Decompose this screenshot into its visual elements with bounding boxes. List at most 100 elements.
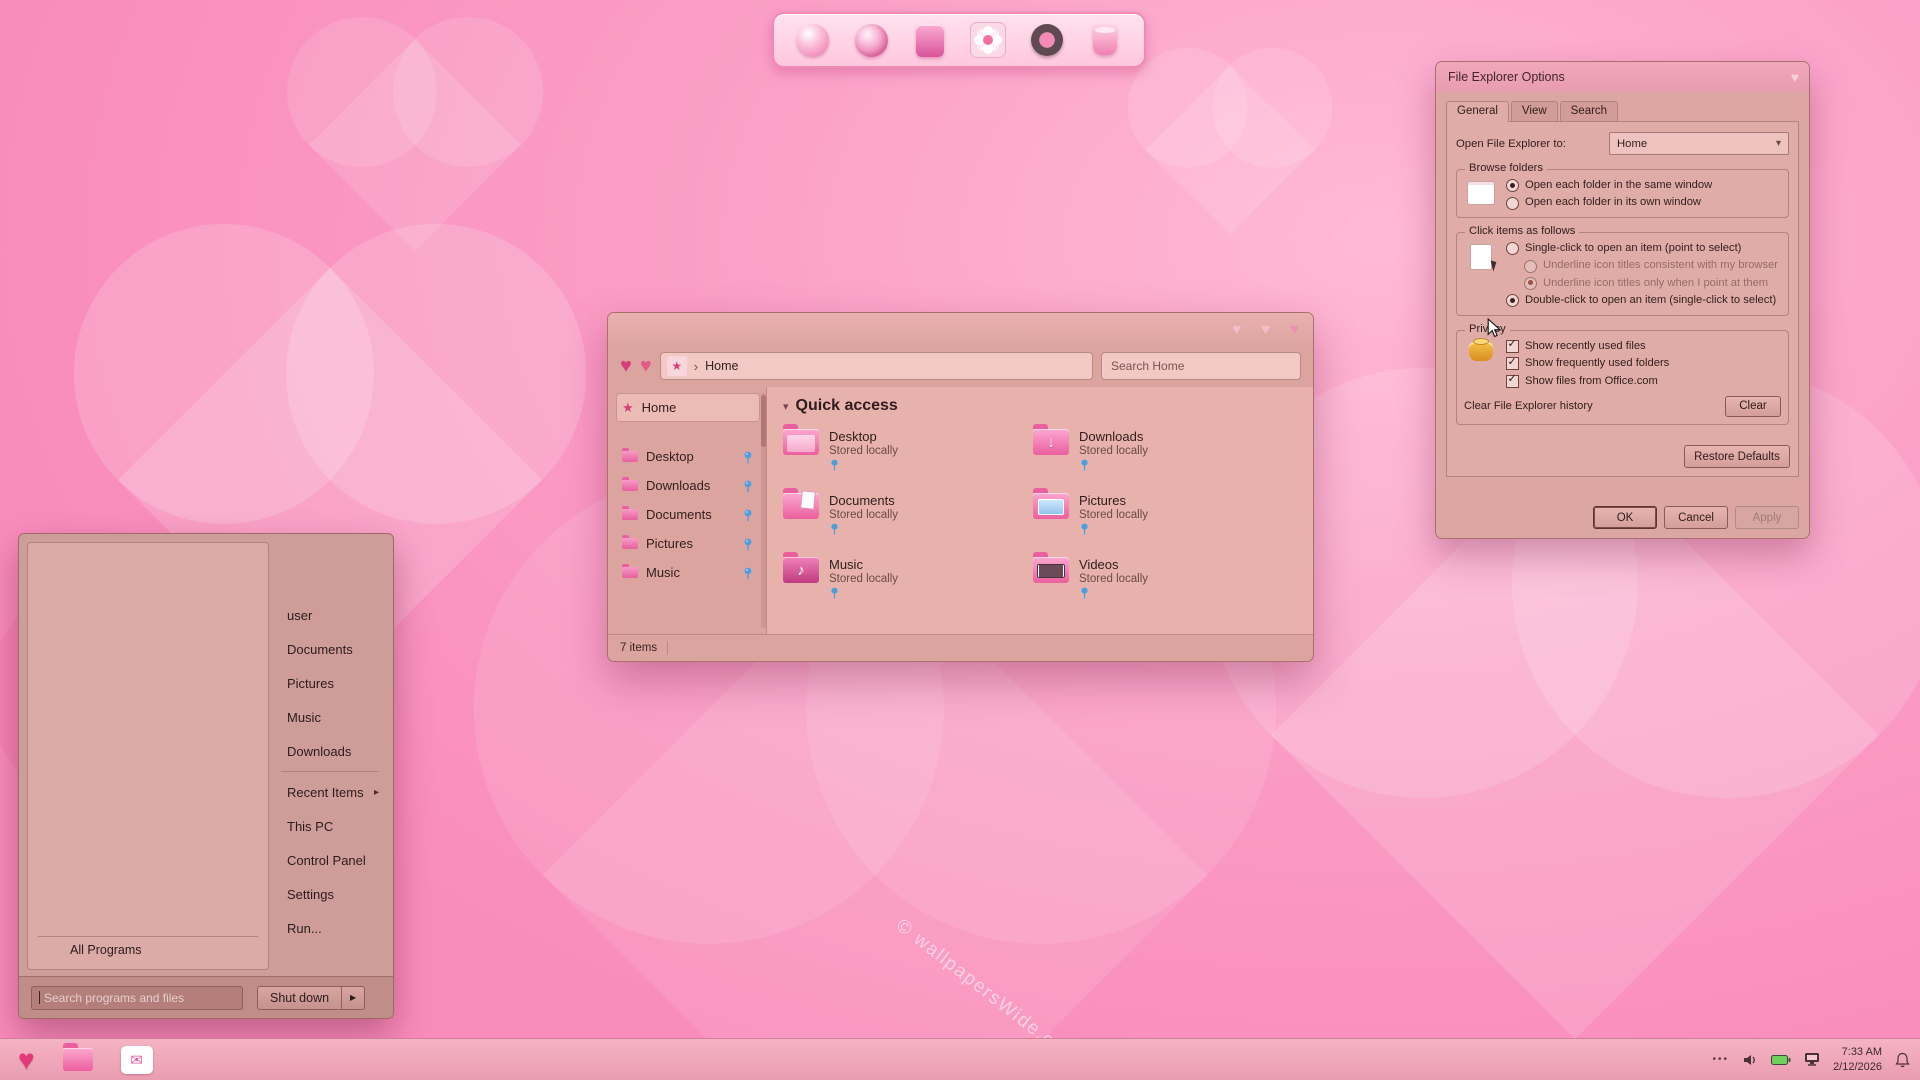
- pin-icon: [831, 523, 838, 535]
- radio-icon: [1506, 179, 1519, 193]
- flower-icon[interactable]: [969, 21, 1007, 59]
- back-heart-icon[interactable]: [620, 356, 632, 376]
- explorer-titlebar[interactable]: [608, 313, 1313, 345]
- sidebar-item-downloads[interactable]: Downloads: [616, 471, 760, 500]
- start-menu-item-this-pc[interactable]: This PC: [273, 809, 387, 843]
- radio-open-own-window[interactable]: Open each folder in its own window: [1506, 196, 1781, 210]
- home-star-icon: [666, 356, 687, 376]
- radio-single-click[interactable]: Single-click to open an item (point to s…: [1506, 241, 1781, 256]
- pin-icon: [744, 451, 752, 463]
- gear-icon[interactable]: [1028, 21, 1066, 59]
- desktop[interactable]: © wallpapersWide.c Home Search Home: [0, 0, 1920, 1080]
- start-menu-item-recent-items[interactable]: Recent Items: [273, 775, 387, 809]
- file-detail: Stored locally: [1079, 509, 1149, 521]
- sidebar-scrollbar[interactable]: [761, 393, 766, 628]
- sidebar-item-desktop[interactable]: Desktop: [616, 442, 760, 471]
- checkbox-icon: [1506, 338, 1519, 353]
- file-detail: Stored locally: [829, 509, 899, 521]
- start-menu-separator: [281, 771, 379, 772]
- status-divider: [667, 641, 669, 655]
- pin-icon: [1081, 523, 1088, 535]
- checkbox-frequent-folders[interactable]: Show frequently used folders: [1506, 356, 1781, 371]
- start-menu-item-control-panel[interactable]: Control Panel: [273, 843, 387, 877]
- ok-button[interactable]: OK: [1593, 506, 1657, 529]
- file-name: Desktop: [829, 429, 877, 444]
- dialog-close-heart-icon[interactable]: [1791, 69, 1799, 85]
- radio-underline-browser[interactable]: Underline icon titles consistent with my…: [1524, 259, 1781, 273]
- file-name: Downloads: [1079, 429, 1144, 444]
- search-placeholder: Search Home: [1111, 359, 1185, 373]
- checkbox-office-files[interactable]: Show files from Office.com: [1506, 373, 1781, 388]
- taskbar-mail-app-icon[interactable]: [120, 1045, 153, 1074]
- start-menu-item-user[interactable]: user: [273, 598, 387, 632]
- taskbar-clock[interactable]: 7:33 AM 2/12/2026: [1833, 1045, 1882, 1074]
- item-count: 7 items: [620, 642, 658, 654]
- tray-overflow-dots-icon[interactable]: [1713, 1054, 1730, 1065]
- quick-access-header[interactable]: Quick access: [783, 397, 1297, 415]
- tab-search[interactable]: Search: [1559, 101, 1619, 122]
- file-item-pictures[interactable]: Pictures Stored locally: [1033, 488, 1283, 553]
- taskbar-explorer-icon[interactable]: [62, 1043, 93, 1071]
- sidebar-item-home[interactable]: Home: [616, 393, 760, 422]
- start-menu-item-music[interactable]: Music: [273, 700, 387, 734]
- option-label: Single-click to open an item (point to s…: [1525, 241, 1742, 254]
- file-item-videos[interactable]: Videos Stored locally: [1033, 552, 1283, 617]
- shutdown-button[interactable]: Shut down: [257, 985, 366, 1010]
- maximize-heart-icon[interactable]: [1261, 322, 1270, 337]
- file-item-desktop[interactable]: Desktop Stored locally: [783, 424, 1033, 489]
- start-menu-item-pictures[interactable]: Pictures: [273, 666, 387, 700]
- address-bar[interactable]: Home: [659, 352, 1093, 380]
- minimize-heart-icon[interactable]: [1232, 322, 1241, 337]
- mail-icon: [120, 1045, 153, 1074]
- drive-icon[interactable]: [911, 21, 949, 59]
- option-label: Underline icon titles consistent with my…: [1543, 259, 1779, 272]
- tab-general[interactable]: General: [1446, 101, 1509, 122]
- pictures-folder-icon: [1033, 488, 1069, 519]
- apply-button[interactable]: Apply: [1735, 506, 1799, 529]
- all-programs-button[interactable]: All Programs: [38, 936, 258, 963]
- sidebar-item-label: Downloads: [646, 478, 711, 493]
- close-heart-icon[interactable]: [1290, 322, 1299, 337]
- sidebar-item-label: Music: [646, 565, 680, 580]
- text-caret: [39, 991, 40, 1004]
- checkbox-recent-files[interactable]: Show recently used files: [1506, 338, 1781, 353]
- checkbox-icon: [1506, 373, 1519, 388]
- start-menu-item-settings[interactable]: Settings: [273, 877, 387, 911]
- sidebar-item-documents[interactable]: Documents: [616, 500, 760, 529]
- cancel-button[interactable]: Cancel: [1664, 506, 1728, 529]
- shutdown-options-arrow[interactable]: [342, 985, 366, 1010]
- radio-open-same-window[interactable]: Open each folder in the same window: [1506, 179, 1781, 193]
- explorer-search-input[interactable]: Search Home: [1101, 352, 1301, 380]
- dialog-titlebar[interactable]: File Explorer Options: [1436, 62, 1809, 92]
- start-menu-item-downloads[interactable]: Downloads: [273, 734, 387, 768]
- globe-icon[interactable]: [852, 21, 890, 59]
- dialog-title: File Explorer Options: [1448, 70, 1565, 84]
- file-item-documents[interactable]: Documents Stored locally: [783, 488, 1033, 553]
- sidebar-item-pictures[interactable]: Pictures: [616, 529, 760, 558]
- forward-heart-icon[interactable]: [640, 356, 652, 376]
- clear-button[interactable]: Clear: [1725, 395, 1781, 417]
- volume-icon[interactable]: [1742, 1052, 1758, 1068]
- battery-icon[interactable]: [1771, 1054, 1791, 1066]
- option-label: Open each folder in its own window: [1525, 196, 1701, 209]
- sidebar-item-label: Documents: [646, 507, 712, 522]
- open-to-dropdown[interactable]: Home: [1609, 132, 1789, 155]
- restore-defaults-button[interactable]: Restore Defaults: [1684, 445, 1790, 468]
- cup-icon[interactable]: [1086, 21, 1124, 59]
- sidebar-item-music[interactable]: Music: [616, 558, 760, 587]
- network-icon[interactable]: [1804, 1052, 1820, 1067]
- start-menu-item-run[interactable]: Run...: [273, 911, 387, 945]
- desktop-folder-icon: [783, 424, 819, 455]
- start-button-heart-icon[interactable]: [18, 1046, 35, 1074]
- file-item-downloads[interactable]: Downloads Stored locally: [1033, 424, 1283, 489]
- option-label: Show files from Office.com: [1525, 374, 1658, 387]
- start-menu-bottom-bar: Search programs and files Shut down: [19, 976, 393, 1018]
- radio-double-click[interactable]: Double-click to open an item (single-cli…: [1506, 294, 1781, 308]
- compact-mirror-icon[interactable]: [794, 21, 832, 59]
- notification-bell-icon[interactable]: [1895, 1052, 1910, 1068]
- file-item-music[interactable]: Music Stored locally: [783, 552, 1033, 617]
- start-menu-item-documents[interactable]: Documents: [273, 632, 387, 666]
- tab-view[interactable]: View: [1510, 101, 1558, 122]
- radio-underline-point[interactable]: Underline icon titles only when I point …: [1524, 277, 1781, 290]
- start-search-input[interactable]: Search programs and files: [31, 985, 243, 1010]
